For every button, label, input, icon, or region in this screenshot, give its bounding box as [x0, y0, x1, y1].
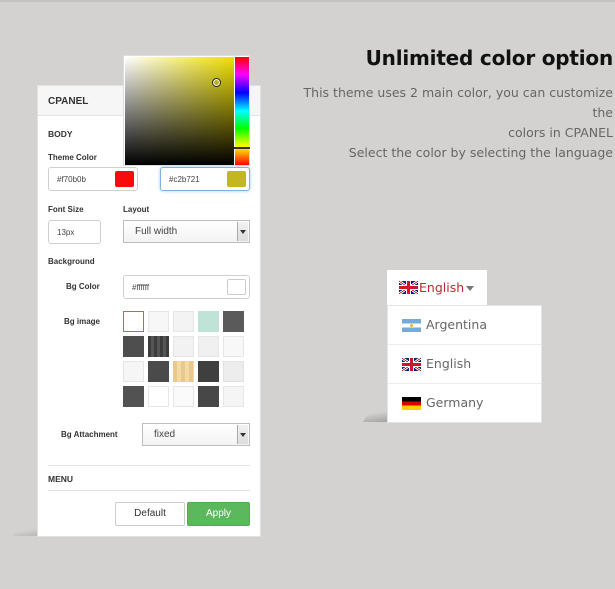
divider: [48, 490, 250, 491]
bg-color-input[interactable]: #ffffff: [123, 275, 250, 299]
bg-image-tile[interactable]: [198, 336, 219, 357]
color-picker: [123, 55, 250, 166]
background-label: Background: [48, 257, 95, 266]
bg-image-tile[interactable]: [223, 386, 244, 407]
bg-image-tile[interactable]: [173, 361, 194, 382]
theme-color-2-value: #c2b721: [169, 175, 200, 184]
body-section-label: BODY: [48, 129, 73, 139]
default-button[interactable]: Default: [115, 502, 185, 526]
bg-image-tile[interactable]: [173, 336, 194, 357]
chevron-down-icon[interactable]: [237, 425, 248, 444]
bg-image-tile[interactable]: [123, 361, 144, 382]
chevron-down-icon[interactable]: [237, 222, 248, 241]
bg-image-label: Bg image: [64, 317, 101, 326]
language-option-germany[interactable]: Germany: [388, 384, 541, 423]
menu-section-label[interactable]: MENU: [48, 474, 73, 484]
bg-image-tile[interactable]: [198, 386, 219, 407]
bg-image-tile[interactable]: [123, 336, 144, 357]
color-picker-handle[interactable]: [212, 78, 221, 87]
bg-image-tile[interactable]: [223, 336, 244, 357]
theme-color-1-swatch[interactable]: [115, 171, 134, 187]
bg-color-swatch[interactable]: [227, 279, 246, 295]
bg-image-tile[interactable]: [223, 311, 244, 332]
bg-image-tile[interactable]: [198, 361, 219, 382]
flag-uk-icon: [399, 281, 418, 294]
font-size-label: Font Size: [48, 205, 84, 214]
language-menu: Argentina English Germany: [387, 305, 542, 423]
bg-image-tile[interactable]: [223, 361, 244, 382]
bg-image-tile[interactable]: [148, 361, 169, 382]
description-line: This theme uses 2 main color, you can cu…: [303, 85, 613, 120]
theme-color-label: Theme Color: [48, 153, 97, 162]
font-size-value: 13px: [57, 228, 75, 237]
description-line: colors in CPANEL: [508, 125, 613, 140]
bg-image-tile[interactable]: [198, 311, 219, 332]
language-option-english[interactable]: English: [388, 345, 541, 384]
theme-color-1-value: #f70b0b: [57, 175, 86, 184]
description: This theme uses 2 main color, you can cu…: [283, 83, 613, 163]
layout-select[interactable]: Full width: [123, 220, 250, 243]
selected-language: English: [419, 280, 465, 295]
apply-button[interactable]: Apply: [187, 502, 250, 526]
theme-color-2-input[interactable]: #c2b721: [160, 167, 250, 191]
flag-germany-icon: [402, 397, 421, 410]
bg-image-tile[interactable]: [123, 386, 144, 407]
saturation-value-area[interactable]: [125, 57, 234, 165]
bg-image-tile[interactable]: [173, 386, 194, 407]
bg-color-value: #ffffff: [132, 283, 150, 292]
language-option-label: Argentina: [426, 317, 487, 332]
bg-color-label: Bg Color: [66, 282, 100, 291]
theme-color-2-swatch[interactable]: [227, 171, 246, 187]
layout-value: Full width: [135, 226, 178, 237]
caret-down-icon: [466, 286, 474, 291]
language-option-label: English: [426, 356, 472, 371]
flag-uk-icon: [402, 358, 421, 371]
bg-image-tile[interactable]: [148, 311, 169, 332]
divider: [48, 465, 250, 466]
layout-label: Layout: [123, 205, 150, 214]
bg-attachment-select[interactable]: fixed: [142, 423, 250, 446]
language-dropdown-toggle[interactable]: English: [387, 270, 487, 306]
bg-image-tile[interactable]: [123, 311, 144, 332]
language-option-label: Germany: [426, 395, 484, 410]
bg-attachment-label: Bg Attachment: [61, 430, 118, 439]
font-size-input[interactable]: 13px: [48, 220, 101, 244]
bg-image-tile[interactable]: [173, 311, 194, 332]
language-option-argentina[interactable]: Argentina: [388, 306, 541, 345]
description-line: Select the color by selecting the langua…: [348, 145, 613, 160]
bg-image-tile[interactable]: [148, 386, 169, 407]
top-divider: [0, 0, 615, 2]
page-title: Unlimited color option: [365, 46, 614, 70]
flag-argentina-icon: [402, 319, 421, 332]
bg-attachment-value: fixed: [154, 429, 176, 440]
hue-slider-handle[interactable]: [234, 147, 250, 149]
bg-image-tile[interactable]: [148, 336, 169, 357]
theme-color-1-input[interactable]: #f70b0b: [48, 167, 138, 191]
